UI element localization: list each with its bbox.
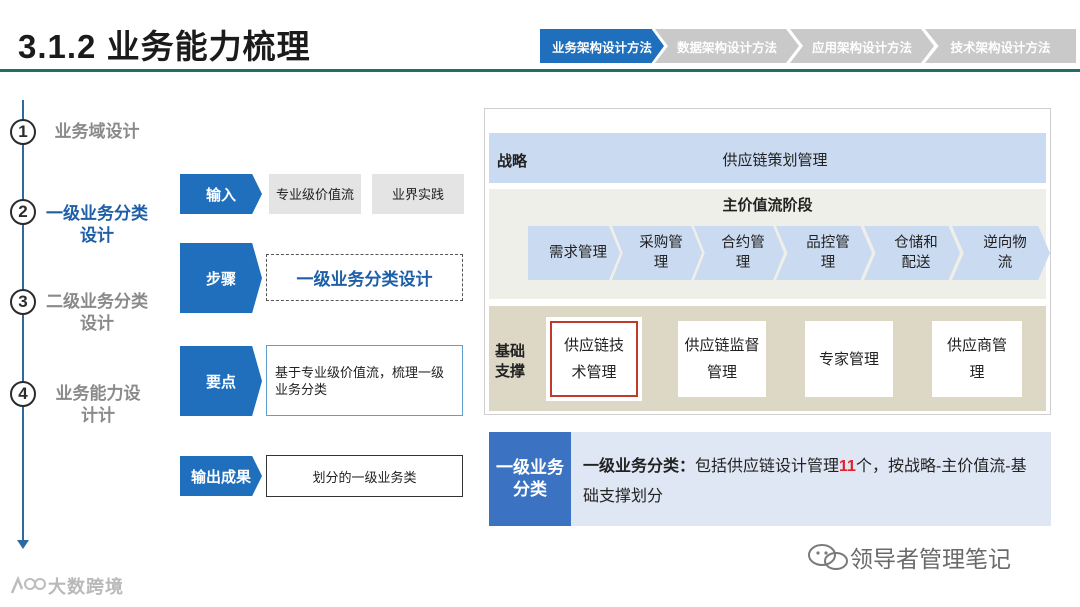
- step-label-3[interactable]: 二级业务分类设计: [44, 291, 150, 335]
- stage-contract[interactable]: 合约管理: [694, 226, 784, 280]
- step-label-4[interactable]: 业务能力设计计: [50, 383, 146, 427]
- stage-label: 逆向物流: [983, 235, 1027, 271]
- stage-warehouse[interactable]: 仓储和配送: [864, 226, 960, 280]
- nav-tab-business[interactable]: 业务架构设计方法: [540, 29, 664, 63]
- stage-quality[interactable]: 品控管理: [776, 226, 872, 280]
- input-label: 输入: [180, 174, 262, 214]
- nav-tab-application[interactable]: 应用架构设计方法: [790, 29, 934, 63]
- wechat-icon: [808, 544, 848, 570]
- timeline-arrow-icon: [17, 540, 29, 549]
- step-box-value: 一级业务分类设计: [266, 254, 463, 301]
- base-card-supervision[interactable]: 供应链监督管理: [678, 321, 766, 397]
- stage-label: 合约管理: [721, 235, 765, 271]
- summary-body: 一级业务分类：包括供应链设计管理11个，按战略-主价值流-基础支撑划分: [571, 432, 1051, 526]
- step-number-3[interactable]: 3: [10, 289, 36, 315]
- base-support-label: 基础支撑: [495, 343, 526, 380]
- brand-logo-icon: [10, 575, 46, 594]
- step-label-2[interactable]: 一级业务分类设计: [44, 203, 150, 247]
- step-number-2[interactable]: 2: [10, 199, 36, 225]
- nav-tab-data[interactable]: 数据架构设计方法: [655, 29, 799, 63]
- stage-label: 仓储和配送: [894, 235, 938, 271]
- stage-label: 采购管理: [639, 235, 683, 271]
- stage-demand[interactable]: 需求管理: [528, 226, 620, 280]
- stage-label: 需求管理: [549, 245, 607, 261]
- page-title: 3.1.2 业务能力梳理: [18, 28, 311, 65]
- stage-label: 品控管理: [806, 235, 850, 271]
- strategy-label: 战略: [497, 153, 528, 170]
- nav-tab-label: 技术架构设计方法: [950, 40, 1051, 55]
- base-card-expert[interactable]: 专家管理: [805, 321, 893, 397]
- watermark-right-text: 领导者管理笔记: [850, 546, 1011, 572]
- strategy-value: 供应链策划管理: [722, 152, 828, 169]
- watermark-left-text: 大数跨境: [48, 577, 124, 597]
- title-divider: [0, 69, 1080, 72]
- nav-tab-label: 数据架构设计方法: [676, 40, 777, 55]
- method-nav: 业务架构设计方法 数据架构设计方法 应用架构设计方法 技术架构设计方法: [540, 29, 1076, 63]
- output-label: 输出成果: [180, 456, 262, 496]
- summary-label-text: 一级业务分类: [496, 458, 564, 499]
- nav-tab-technology[interactable]: 技术架构设计方法: [925, 29, 1076, 63]
- timeline-line: [22, 100, 24, 543]
- nav-tab-label: 应用架构设计方法: [811, 40, 912, 55]
- stage-procurement[interactable]: 采购管理: [612, 226, 702, 280]
- input-item-value-stream: 专业级价值流: [269, 174, 361, 214]
- watermark-left: 大数跨境: [8, 573, 124, 599]
- step-label-1[interactable]: 业务域设计: [44, 121, 150, 143]
- key-point-label: 要点: [180, 346, 262, 416]
- watermark-right: 领导者管理笔记: [806, 540, 1011, 574]
- base-card-supplier[interactable]: 供应商管理: [932, 321, 1022, 397]
- nav-tab-label: 业务架构设计方法: [551, 40, 652, 55]
- summary-bold-prefix: 一级业务分类：: [583, 458, 696, 475]
- step-number-1[interactable]: 1: [10, 119, 36, 145]
- input-item-practice: 业界实践: [372, 174, 464, 214]
- step-number-4[interactable]: 4: [10, 381, 36, 407]
- summary-text-before: 包括供应链设计管理: [695, 458, 840, 475]
- step-box-label: 步骤: [180, 243, 262, 313]
- stage-reverse-logistics[interactable]: 逆向物流: [952, 226, 1050, 280]
- output-value: 划分的一级业务类: [266, 455, 463, 497]
- summary-label: 一级业务分类: [489, 432, 571, 526]
- summary-count: 11: [839, 458, 856, 475]
- main-value-stream-title: 主价值流阶段: [722, 197, 813, 214]
- key-point-value: 基于专业级价值流，梳理一级业务分类: [266, 345, 463, 416]
- base-card-tech-highlighted[interactable]: 供应链技术管理: [546, 317, 642, 401]
